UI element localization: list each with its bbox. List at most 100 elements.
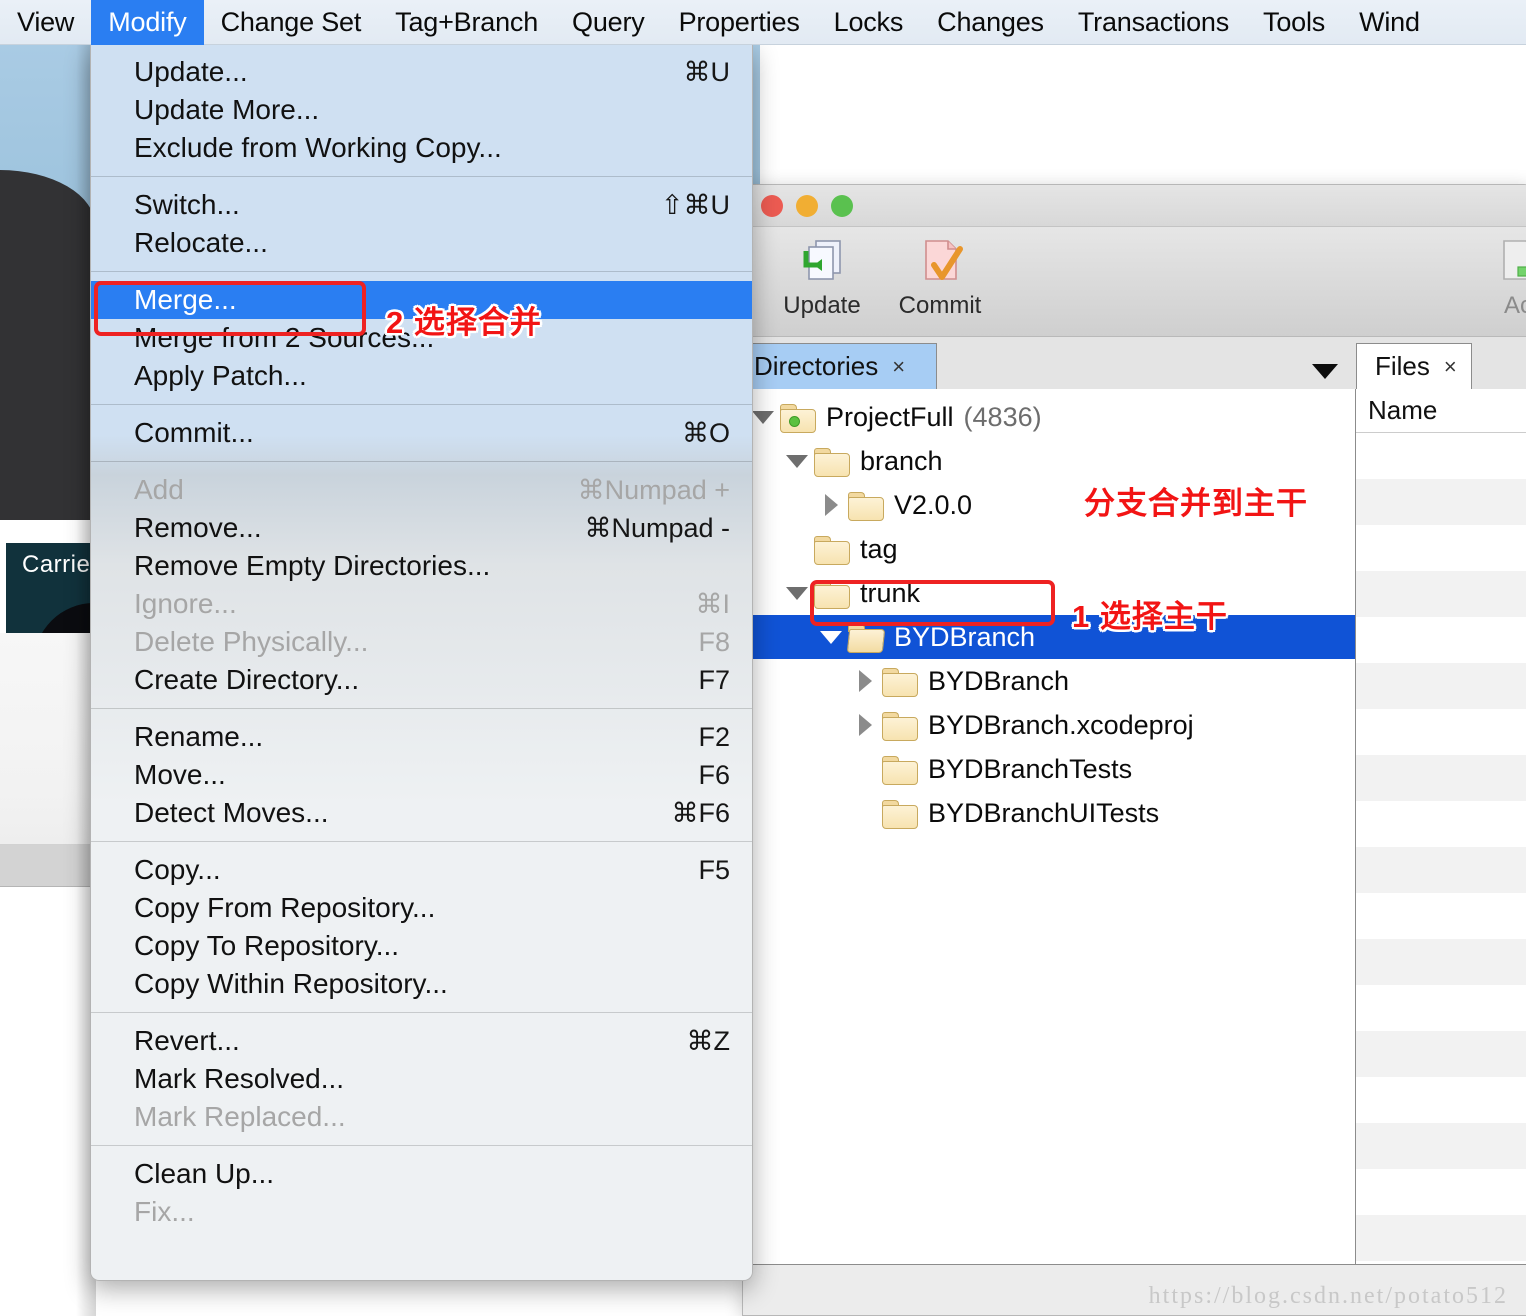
minimize-window-button[interactable] [796, 194, 818, 217]
menu-item-shortcut: F2 [698, 721, 730, 752]
menubar-item-locks[interactable]: Locks [817, 0, 921, 45]
toolbar-update-button[interactable]: Update [763, 235, 881, 320]
menubar-item-view[interactable]: View [0, 0, 91, 45]
tree-row[interactable]: branch [744, 439, 1355, 483]
chevron-down-icon[interactable] [1312, 364, 1338, 379]
menu-item-mark-replaced: Mark Replaced... [91, 1098, 752, 1136]
files-panel[interactable]: Name [1356, 389, 1526, 1265]
toolbar-add-button[interactable]: Ac [1459, 235, 1526, 320]
maximize-window-button[interactable] [831, 194, 853, 217]
tree-row[interactable]: ProjectFull (4836) [744, 395, 1355, 439]
menubar-item-tools[interactable]: Tools [1246, 0, 1342, 45]
modify-dropdown-menu[interactable]: Update... ⌘U Update More... Exclude from Wo… [90, 45, 753, 1281]
menu-item-copy-within-repository[interactable]: Copy Within Repository... [91, 965, 752, 1003]
menu-item-rename[interactable]: Rename... F2 [91, 718, 752, 756]
menu-item-copy[interactable]: Copy... F5 [91, 851, 752, 889]
menu-item-mark-resolved[interactable]: Mark Resolved... [91, 1060, 752, 1098]
menubar-item-wind[interactable]: Wind [1342, 0, 1437, 45]
tab-directories-close-icon[interactable]: × [892, 354, 905, 380]
menu-item-relocate[interactable]: Relocate... [91, 224, 752, 262]
folder-open-icon [848, 623, 882, 651]
menu-item-shortcut: F8 [698, 626, 730, 657]
files-empty-row [1356, 617, 1526, 663]
tree-row-count: (4836) [963, 401, 1042, 432]
directory-tree: ProjectFull (4836) branch V2.0.0 tag trunk BYD… [744, 389, 1355, 835]
background-panel-grey: ) [0, 845, 95, 887]
toolbar-update-label: Update [783, 292, 861, 319]
tree-row[interactable]: BYDBranch [744, 615, 1355, 659]
menu-item-create-directory[interactable]: Create Directory... F7 [91, 661, 752, 699]
files-empty-row [1356, 479, 1526, 525]
menu-item-shortcut: ⌘Numpad + [577, 474, 730, 505]
tree-row[interactable]: BYDBranchTests [744, 747, 1355, 791]
tree-row[interactable]: BYDBranchUITests [744, 791, 1355, 835]
menu-item-move[interactable]: Move... F6 [91, 756, 752, 794]
menu-item-ignore: Ignore... ⌘I [91, 585, 752, 623]
tree-row-label: ProjectFull [826, 401, 954, 432]
menubar-item-tag-branch[interactable]: Tag+Branch [378, 0, 555, 45]
files-empty-row [1356, 801, 1526, 847]
menubar-item-properties[interactable]: Properties [662, 0, 817, 45]
annotation-branch-merge-to-trunk: 分支合并到主干 [1084, 486, 1308, 521]
files-empty-row [1356, 1169, 1526, 1215]
menu-item-shortcut: F7 [698, 664, 730, 695]
files-column-header: Name [1356, 389, 1526, 433]
tree-row-label: branch [860, 445, 943, 476]
menubar-item-changes[interactable]: Changes [920, 0, 1061, 45]
menubar-item-transactions[interactable]: Transactions [1061, 0, 1246, 45]
window-toolbar: Update Commit A [743, 227, 1526, 337]
chevron-right-icon[interactable] [818, 483, 844, 527]
menu-item-copy-from-repository[interactable]: Copy From Repository... [91, 889, 752, 927]
menu-item-remove[interactable]: Remove... ⌘Numpad - [91, 509, 752, 547]
tab-directories[interactable]: Directories × [743, 343, 937, 389]
update-icon [796, 235, 848, 287]
menu-item-switch[interactable]: Switch... ⇧⌘U [91, 186, 752, 224]
add-icon [1492, 235, 1526, 287]
menu-item-exclude-from-working-copy[interactable]: Exclude from Working Copy... [91, 129, 752, 167]
chevron-down-icon[interactable] [784, 571, 810, 615]
menu-item-remove-empty-directories[interactable]: Remove Empty Directories... [91, 547, 752, 585]
menu-separator [91, 404, 752, 405]
menu-separator [91, 176, 752, 177]
tree-row[interactable]: tag [744, 527, 1355, 571]
chevron-down-icon[interactable] [818, 615, 844, 659]
tree-row-label: BYDBranch [928, 665, 1070, 696]
menu-separator [91, 1145, 752, 1146]
menubar-item-modify[interactable]: Modify [91, 0, 204, 45]
files-empty-row [1356, 1077, 1526, 1123]
menu-item-label: Mark Resolved... [134, 1063, 345, 1094]
chevron-down-icon[interactable] [784, 439, 810, 483]
files-empty-row [1356, 709, 1526, 755]
menu-item-detect-moves[interactable]: Detect Moves... ⌘F6 [91, 794, 752, 832]
menu-item-apply-patch[interactable]: Apply Patch... [91, 357, 752, 395]
files-empty-row [1356, 571, 1526, 617]
toolbar-add-label: Ac [1503, 292, 1526, 319]
chevron-down-icon[interactable] [750, 395, 776, 439]
close-window-button[interactable] [761, 194, 783, 217]
folder-icon [814, 447, 850, 477]
chevron-right-icon[interactable] [852, 703, 878, 747]
background-panel-list: proj [0, 887, 95, 1287]
menu-item-label: Exclude from Working Copy... [134, 132, 502, 163]
menu-item-update[interactable]: Update... ⌘U [91, 53, 752, 91]
menubar-item-query[interactable]: Query [555, 0, 662, 45]
tree-row[interactable]: BYDBranch [744, 659, 1355, 703]
files-empty-row [1356, 985, 1526, 1031]
tree-row[interactable]: BYDBranch.xcodeproj [744, 703, 1355, 747]
menu-item-update-more[interactable]: Update More... [91, 91, 752, 129]
annotation-merge-step: 2 选择合并 [386, 305, 542, 340]
menubar-item-change-set[interactable]: Change Set [204, 0, 379, 45]
menu-separator [91, 461, 752, 462]
chevron-right-icon[interactable] [852, 659, 878, 703]
menu-item-commit[interactable]: Commit... ⌘O [91, 414, 752, 452]
toolbar-commit-button[interactable]: Commit [881, 235, 999, 320]
menu-item-revert[interactable]: Revert... ⌘Z [91, 1022, 752, 1060]
menu-item-copy-to-repository[interactable]: Copy To Repository... [91, 927, 752, 965]
tree-row-label: BYDBranch.xcodeproj [928, 709, 1194, 740]
tab-files[interactable]: Files × [1356, 343, 1472, 389]
tab-files-close-icon[interactable]: × [1444, 354, 1457, 380]
menu-item-clean-up[interactable]: Clean Up... [91, 1155, 752, 1193]
tree-row[interactable]: trunk [744, 571, 1355, 615]
